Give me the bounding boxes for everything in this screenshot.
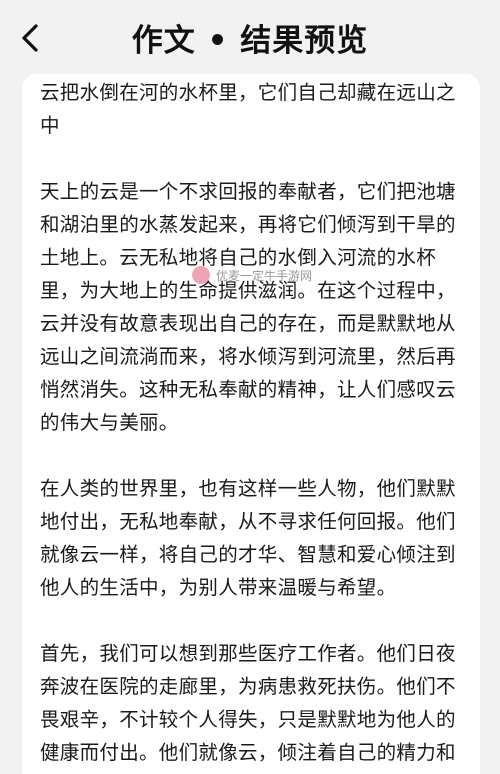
essay-preview-card[interactable]: 云把水倒在河的水杯里，它们自己却藏在远山之中 天上的云是一个不求回报的奉献者，它… <box>22 74 480 774</box>
essay-paragraph-3: 首先，我们可以想到那些医疗工作者。他们日夜奔波在医院的走廊里，为病患救死扶伤。他… <box>40 642 456 764</box>
back-button[interactable] <box>14 20 46 56</box>
chevron-left-icon <box>22 24 38 52</box>
essay-paragraph-1: 天上的云是一个不求回报的奉献者，它们把池塘和湖泊里的水蒸发起来，再将它们倾泻到干… <box>40 180 456 434</box>
essay-paragraph-2: 在人类的世界里，也有这样一些人物，他们默默地付出，无私地奉献，从不寻求任何回报。… <box>40 477 456 599</box>
page-title: 作文 • 结果预览 <box>131 22 369 59</box>
app-screen: 作文 • 结果预览 云把水倒在河的水杯里，它们自己却藏在远山之中 天上的云是一个… <box>0 0 500 774</box>
essay-heading: 云把水倒在河的水杯里，它们自己却藏在远山之中 <box>40 81 456 137</box>
top-bar: 作文 • 结果预览 <box>0 0 500 74</box>
essay-content: 云把水倒在河的水杯里，它们自己却藏在远山之中 天上的云是一个不求回报的奉献者，它… <box>22 74 480 774</box>
